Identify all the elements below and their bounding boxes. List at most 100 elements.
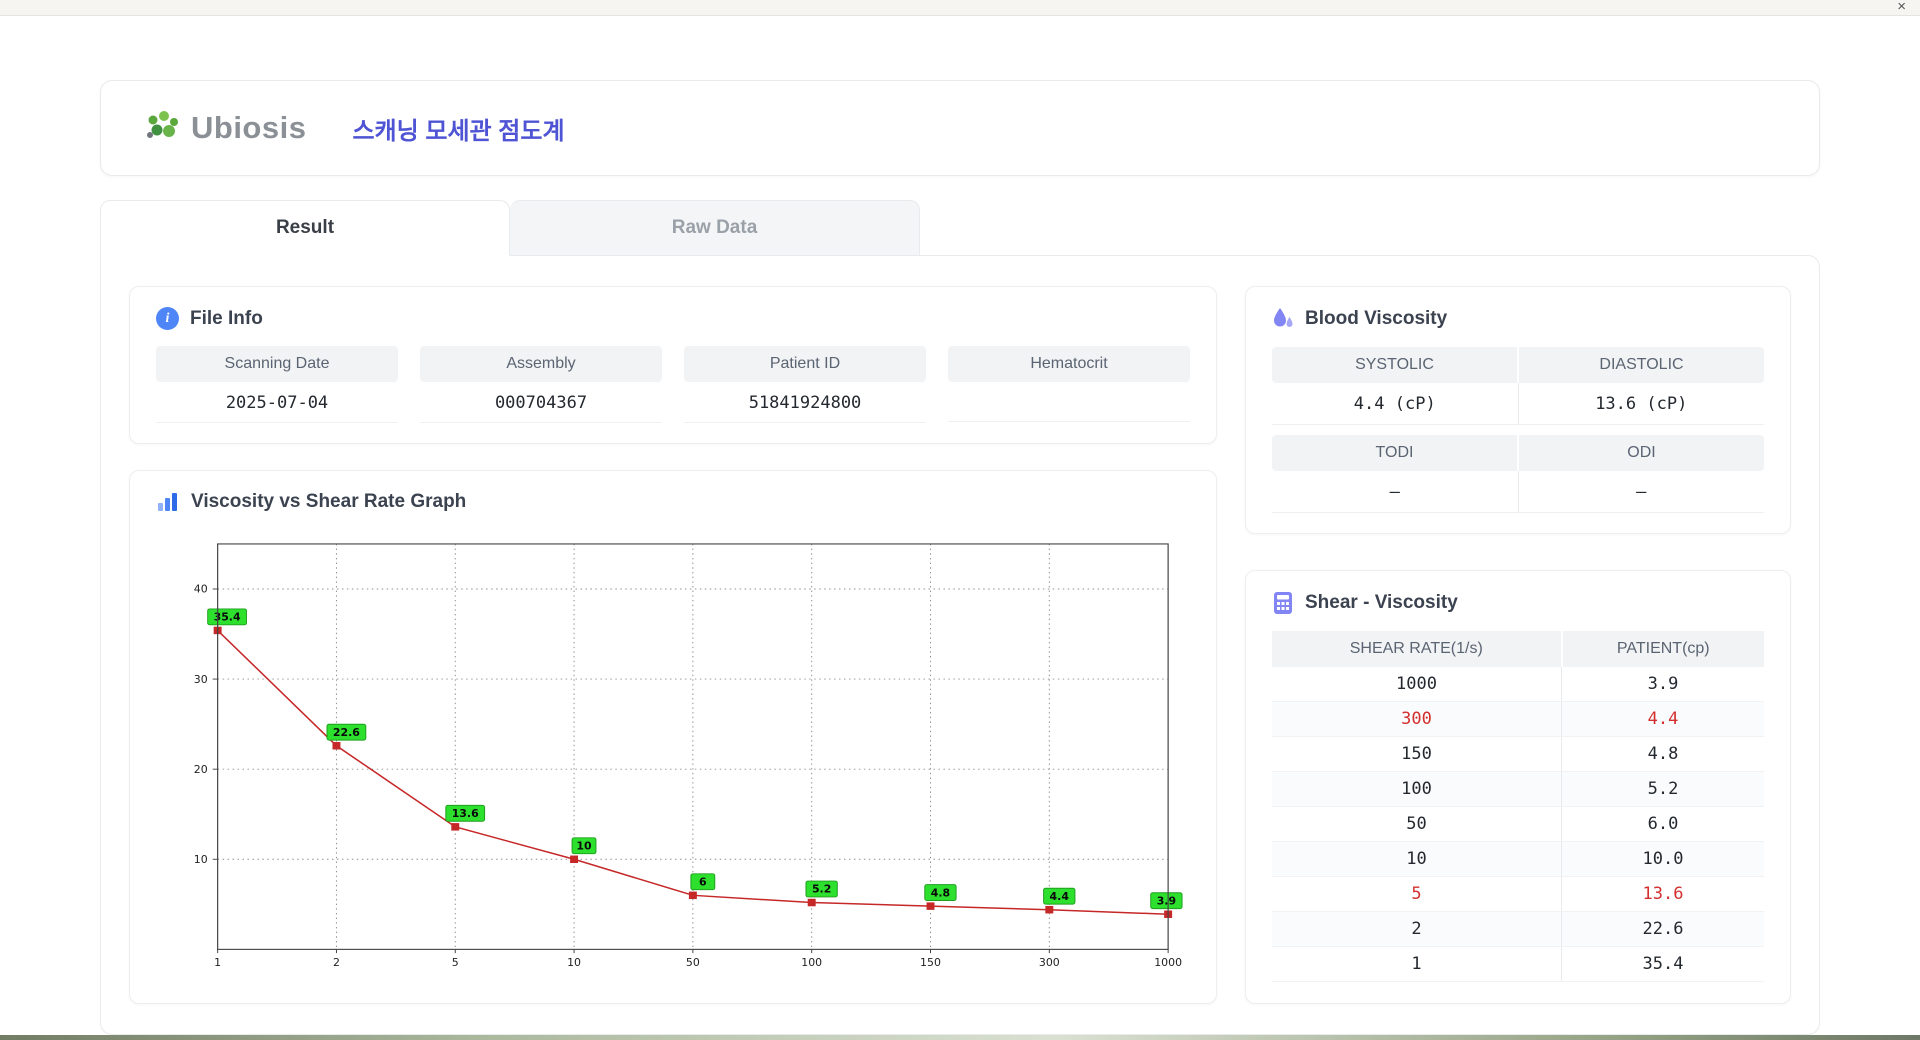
shear-viscosity-card: Shear - Viscosity SHEAR RATE(1/s) PATIEN… bbox=[1245, 570, 1791, 1004]
ubiosis-logo: Ubiosis bbox=[143, 110, 306, 146]
table-row: 50 6.0 bbox=[1272, 806, 1764, 842]
field-patient-id: Patient ID 51841924800 bbox=[684, 346, 926, 423]
shear-viscosity-table: SHEAR RATE(1/s) PATIENT(cp) 1000 3.9 300 4… bbox=[1272, 631, 1764, 982]
field-value: 000704367 bbox=[420, 382, 662, 423]
app-title: 스캐닝 모세관 점도계 bbox=[352, 117, 565, 145]
patient-cell: 13.6 bbox=[1561, 876, 1764, 912]
bv-value-cell: 4.4 (cP) bbox=[1272, 383, 1519, 425]
field-hematocrit: Hematocrit bbox=[948, 346, 1190, 423]
window-titlebar: × bbox=[0, 0, 1920, 16]
viscosity-chart-svg: 102030401 2 5 10 50 100 150 300 100035.422.613.6… bbox=[194, 543, 1183, 970]
bv-header-cell: SYSTOLIC bbox=[1272, 347, 1519, 383]
app-window: Ubiosis 스캐닝 모세관 점도계 Result Raw Data i Fi… bbox=[0, 16, 1920, 1035]
blood-viscosity-header: Blood Viscosity bbox=[1272, 307, 1764, 331]
patient-cell: 6.0 bbox=[1561, 806, 1764, 842]
graph-header: Viscosity vs Shear Rate Graph bbox=[156, 491, 1190, 513]
field-assembly: Assembly 000704367 bbox=[420, 346, 662, 423]
shear-rate-cell: 300 bbox=[1272, 701, 1563, 737]
bv-value-row: 4.4 (cP) 13.6 (cP) bbox=[1272, 383, 1764, 425]
svg-text:10: 10 bbox=[194, 853, 208, 866]
bv-value-cell: 13.6 (cP) bbox=[1518, 383, 1764, 425]
svg-text:4.8: 4.8 bbox=[931, 887, 950, 900]
blood-viscosity-title: Blood Viscosity bbox=[1305, 308, 1448, 329]
bv-value-cell: – bbox=[1518, 471, 1764, 513]
svg-text:5.2: 5.2 bbox=[812, 883, 831, 896]
svg-text:4.4: 4.4 bbox=[1050, 890, 1069, 903]
field-label: Hematocrit bbox=[948, 346, 1190, 382]
file-info-header: i File Info bbox=[156, 307, 1190, 330]
shear-rate-cell: 5 bbox=[1272, 876, 1563, 912]
field-value: 51841924800 bbox=[684, 382, 926, 423]
svg-text:40: 40 bbox=[194, 583, 208, 596]
field-value: 2025-07-04 bbox=[156, 382, 398, 423]
shear-rate-cell: 150 bbox=[1272, 736, 1563, 772]
blood-viscosity-card: Blood Viscosity SYSTOLIC DIASTOLIC 4.4 (… bbox=[1245, 286, 1791, 534]
shear-rate-cell: 50 bbox=[1272, 806, 1563, 842]
tab-bar: Result Raw Data bbox=[100, 200, 1820, 256]
shear-viscosity-header: Shear - Viscosity bbox=[1272, 591, 1764, 615]
table-row: 2 22.6 bbox=[1272, 911, 1764, 947]
table-row: 300 4.4 bbox=[1272, 701, 1764, 737]
table-row: 150 4.8 bbox=[1272, 736, 1764, 772]
tab-result[interactable]: Result bbox=[100, 200, 510, 256]
leaf-icon bbox=[147, 111, 178, 138]
field-label: Patient ID bbox=[684, 346, 926, 382]
table-row: 10 10.0 bbox=[1272, 841, 1764, 877]
table-row: 100 5.2 bbox=[1272, 771, 1764, 807]
field-scanning-date: Scanning Date 2025-07-04 bbox=[156, 346, 398, 423]
info-icon: i bbox=[156, 307, 179, 330]
water-drop-icon bbox=[1274, 308, 1293, 327]
sv-col-patient: PATIENT(cp) bbox=[1561, 631, 1764, 667]
svg-text:5: 5 bbox=[452, 957, 459, 970]
svg-text:2: 2 bbox=[333, 957, 340, 970]
graph-card: Viscosity vs Shear Rate Graph 10 20 30 40 1 2… bbox=[129, 470, 1217, 1004]
tab-raw-data[interactable]: Raw Data bbox=[510, 200, 920, 256]
svg-text:3.9: 3.9 bbox=[1157, 895, 1176, 908]
blood-viscosity-table: SYSTOLIC DIASTOLIC 4.4 (cP) 13.6 (cP) TO… bbox=[1272, 347, 1764, 513]
right-column: Blood Viscosity SYSTOLIC DIASTOLIC 4.4 (… bbox=[1245, 286, 1791, 1004]
svg-text:50: 50 bbox=[686, 957, 700, 970]
bv-value-cell: – bbox=[1272, 471, 1519, 513]
svg-text:30: 30 bbox=[194, 673, 208, 686]
graph-title: Viscosity vs Shear Rate Graph bbox=[191, 491, 467, 512]
table-row: 1000 3.9 bbox=[1272, 667, 1764, 702]
patient-cell: 22.6 bbox=[1561, 911, 1764, 947]
patient-cell: 4.4 bbox=[1561, 701, 1764, 737]
result-panel: i File Info Scanning Date 2025-07-04 Ass… bbox=[100, 255, 1820, 1035]
bv-header-row: TODI ODI bbox=[1272, 435, 1764, 471]
table-row: 5 13.6 bbox=[1272, 876, 1764, 912]
file-info-card: i File Info Scanning Date 2025-07-04 Ass… bbox=[129, 286, 1217, 444]
left-column: i File Info Scanning Date 2025-07-04 Ass… bbox=[129, 286, 1217, 1004]
svg-text:6: 6 bbox=[699, 876, 707, 889]
patient-cell: 10.0 bbox=[1561, 841, 1764, 877]
bv-header-cell: DIASTOLIC bbox=[1519, 347, 1764, 383]
shear-viscosity-title: Shear - Viscosity bbox=[1305, 592, 1458, 613]
viscosity-chart: 10 20 30 40 1 2 5 10 50 100 150 300 1000 35.4 22.6 13.6… bbox=[156, 529, 1190, 983]
patient-cell: 5.2 bbox=[1561, 771, 1764, 807]
svg-text:1: 1 bbox=[214, 957, 221, 970]
bar-chart-icon bbox=[158, 493, 177, 511]
bv-header-row: SYSTOLIC DIASTOLIC bbox=[1272, 347, 1764, 383]
svg-text:22.6: 22.6 bbox=[333, 726, 360, 739]
file-info-fields: Scanning Date 2025-07-04 Assembly 000704… bbox=[156, 346, 1190, 423]
calculator-icon bbox=[1274, 592, 1292, 614]
table-row: 1 35.4 bbox=[1272, 946, 1764, 982]
svg-text:100: 100 bbox=[801, 957, 822, 970]
shear-rate-cell: 100 bbox=[1272, 771, 1563, 807]
sv-col-shear-rate: SHEAR RATE(1/s) bbox=[1272, 631, 1563, 667]
bv-header-cell: ODI bbox=[1519, 435, 1764, 471]
patient-cell: 4.8 bbox=[1561, 736, 1764, 772]
logo-text: Ubiosis bbox=[191, 110, 307, 145]
sv-header-row: SHEAR RATE(1/s) PATIENT(cp) bbox=[1272, 631, 1764, 667]
field-label: Assembly bbox=[420, 346, 662, 382]
svg-text:1000: 1000 bbox=[1154, 957, 1182, 970]
svg-text:13.6: 13.6 bbox=[452, 807, 479, 820]
shear-rate-cell: 10 bbox=[1272, 841, 1563, 877]
bv-header-cell: TODI bbox=[1272, 435, 1519, 471]
close-icon[interactable]: × bbox=[1897, 0, 1906, 15]
shear-rate-cell: 2 bbox=[1272, 911, 1563, 947]
bv-value-row: – – bbox=[1272, 471, 1764, 513]
patient-cell: 3.9 bbox=[1561, 667, 1764, 702]
svg-text:10: 10 bbox=[576, 840, 591, 853]
field-value bbox=[948, 382, 1190, 422]
